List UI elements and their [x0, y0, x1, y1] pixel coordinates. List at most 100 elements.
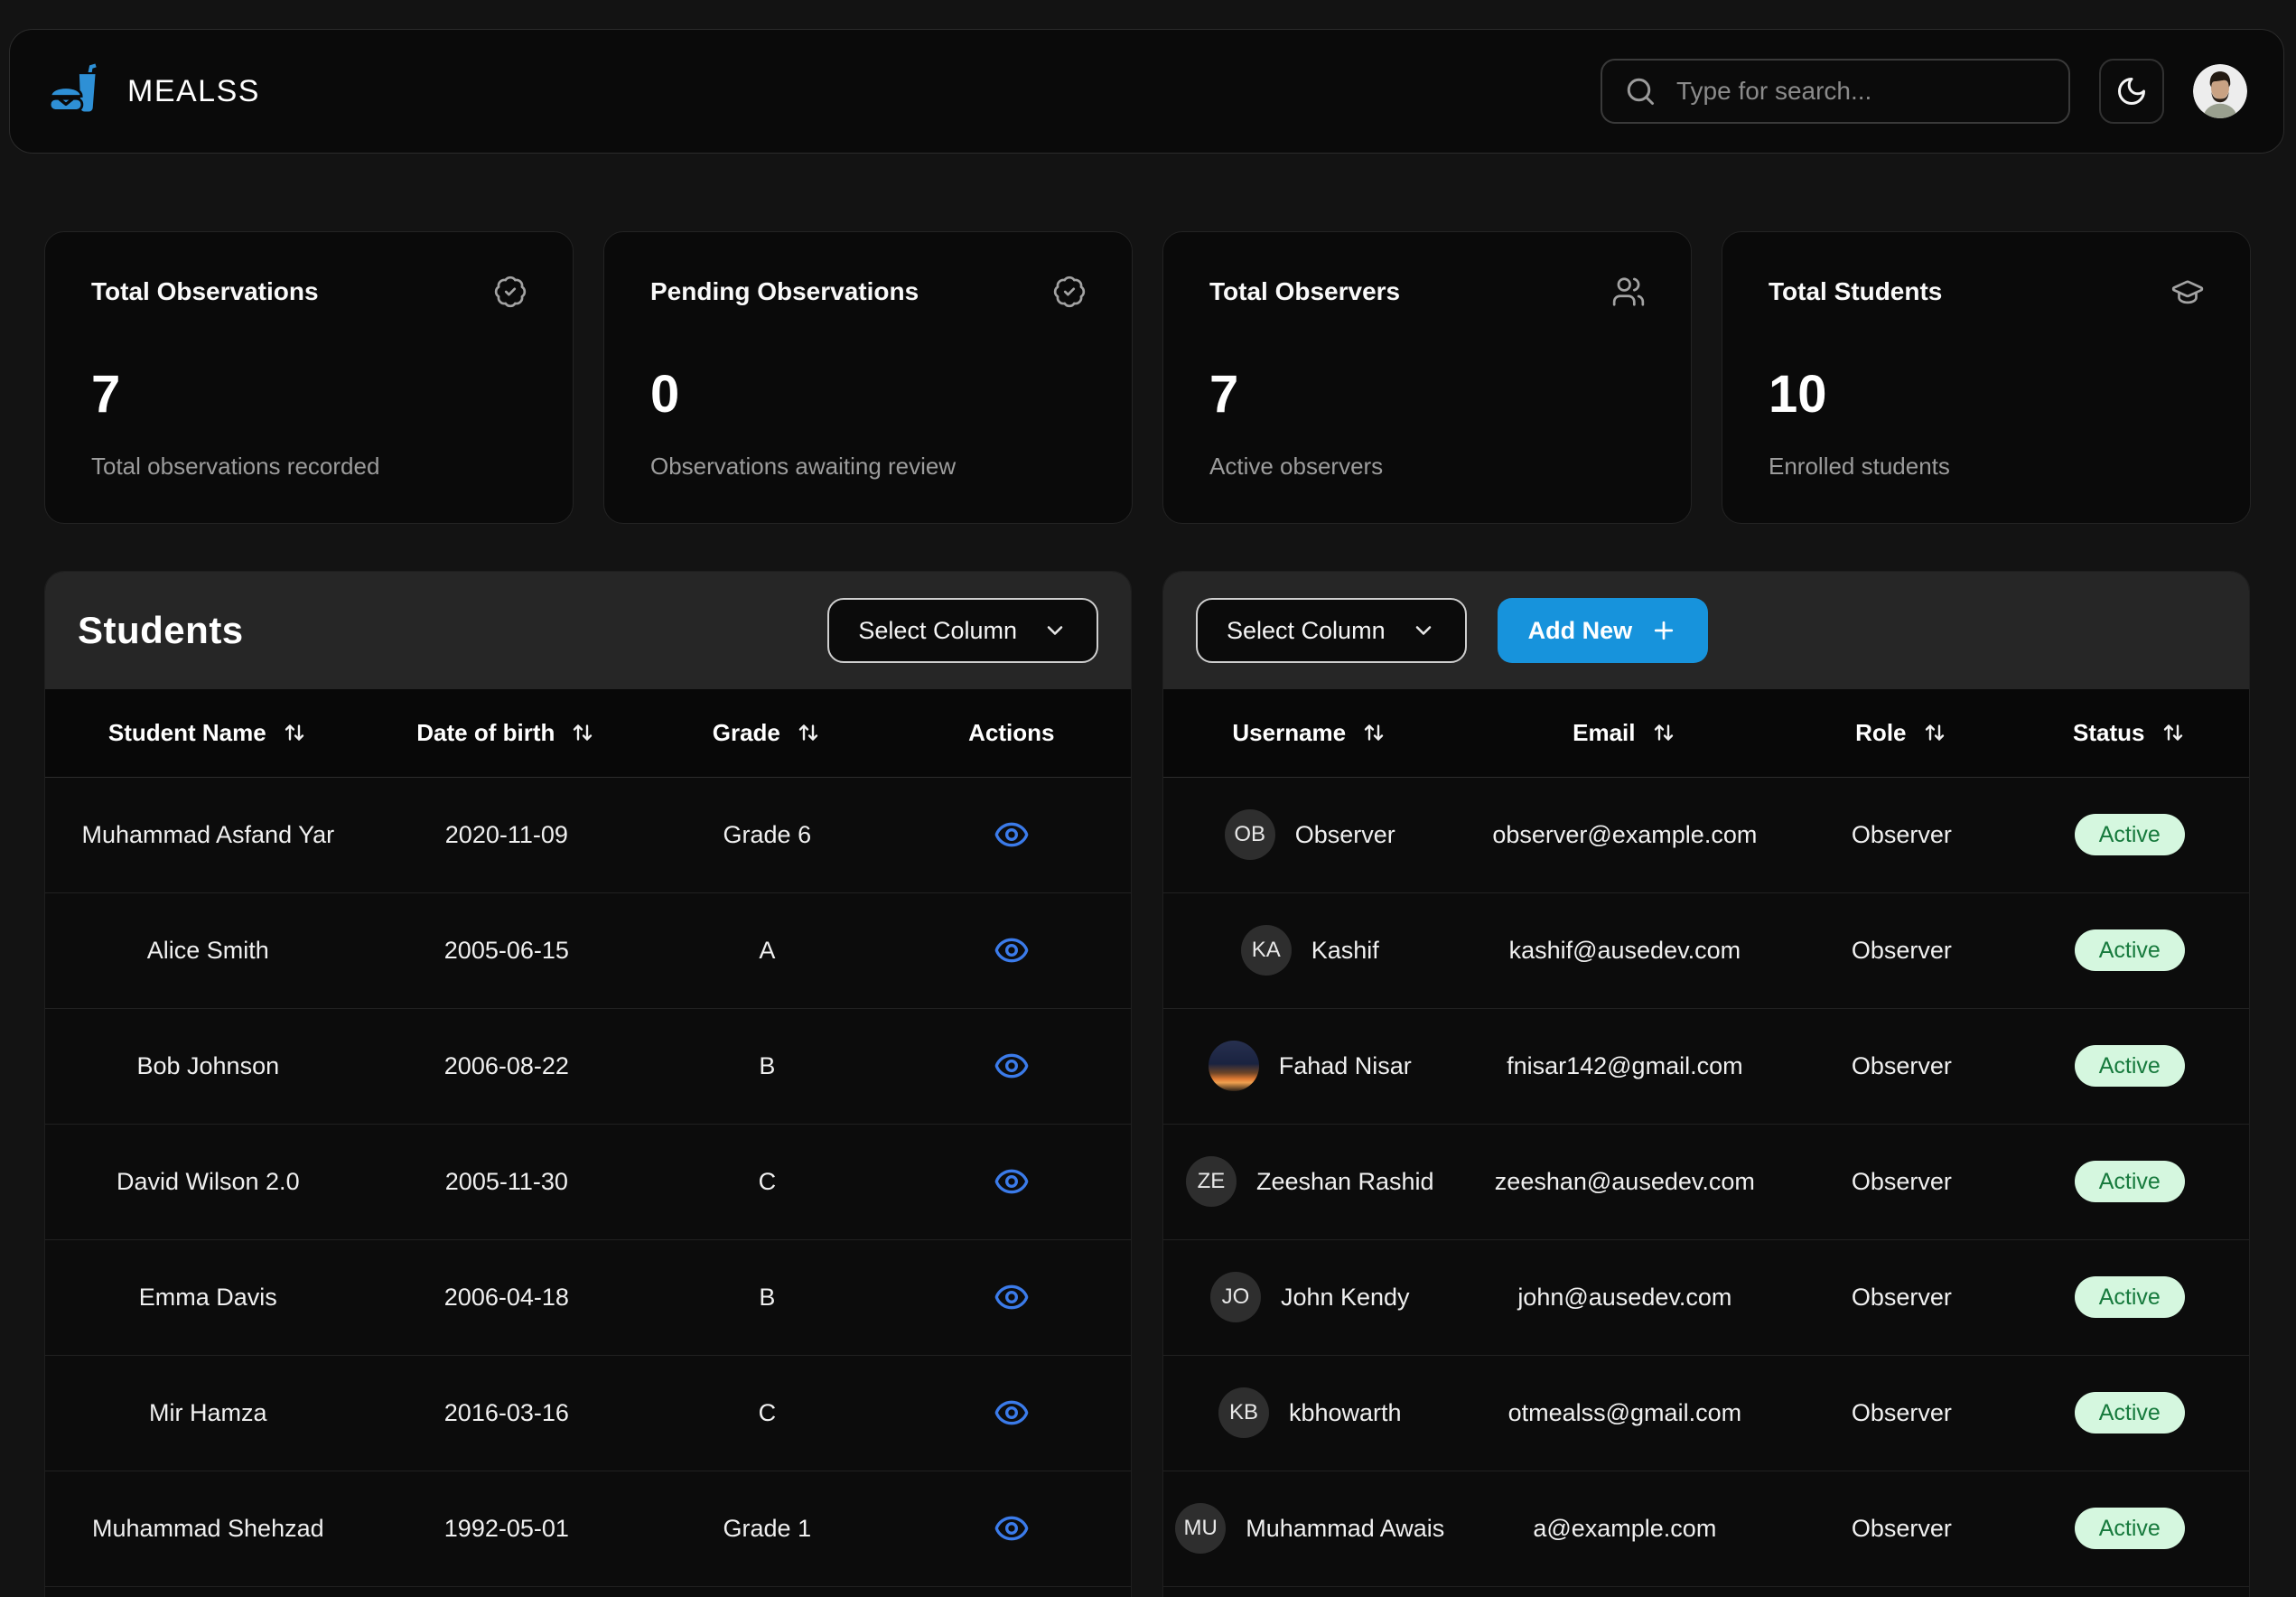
moon-icon — [2115, 75, 2148, 107]
view-student-button[interactable] — [988, 1389, 1035, 1436]
theme-toggle-button[interactable] — [2099, 59, 2164, 124]
observer-email-cell: zeeshan@ausedev.com — [1457, 1124, 1794, 1239]
observer-role-cell: Observer — [1793, 1355, 2010, 1471]
column-header[interactable]: Grade — [642, 689, 891, 777]
column-header[interactable]: Email — [1457, 689, 1794, 777]
view-student-button[interactable] — [988, 811, 1035, 858]
stat-subtitle: Total observations recorded — [91, 453, 527, 480]
view-student-button[interactable] — [988, 1505, 1035, 1552]
observer-status-cell: Active — [2011, 1471, 2249, 1586]
student-table-row: Muhammad Asfand Yar 2020-11-09 Grade 6 — [45, 777, 1131, 892]
user-avatar[interactable] — [2193, 64, 2247, 118]
observer-username-cell: MU Muhammad Awais — [1163, 1471, 1457, 1586]
observer-status-cell: Active — [2011, 1124, 2249, 1239]
observer-email-cell: a@example.com — [1457, 1471, 1794, 1586]
observer-username-cell: KA Kashif — [1163, 892, 1457, 1008]
stat-subtitle: Enrolled students — [1769, 453, 2205, 480]
observer-role-cell: Observer — [1793, 777, 2010, 892]
add-new-label: Add New — [1528, 617, 1633, 645]
observer-status-cell: Active — [2011, 1239, 2249, 1355]
student-table-row: David Wilson 2.0 2005-11-30 C — [45, 1124, 1131, 1239]
view-student-button[interactable] — [988, 1274, 1035, 1321]
column-header[interactable]: Student Name — [45, 689, 371, 777]
observer-email-cell: john@ausedev.com — [1457, 1239, 1794, 1355]
chevron-down-icon — [1411, 618, 1436, 643]
select-column-button[interactable]: Select Column — [1196, 598, 1467, 663]
student-name-cell: Bob Johnson — [45, 1008, 371, 1124]
observer-table-row: Fahad Nisar fnisar142@gmail.com Observer… — [1163, 1008, 2249, 1124]
student-dob-cell: 2016-03-16 — [371, 1355, 643, 1471]
sort-icon — [569, 719, 596, 746]
observer-username: John Kendy — [1281, 1284, 1410, 1312]
student-grade-cell: B — [642, 1008, 891, 1124]
badge-check-icon — [493, 275, 527, 309]
avatar-initials: KB — [1229, 1400, 1258, 1425]
eye-icon — [994, 1395, 1030, 1431]
stat-title: Total Students — [1769, 277, 1942, 306]
observer-avatar: JO — [1210, 1272, 1261, 1322]
add-new-button[interactable]: Add New — [1498, 598, 1709, 663]
search-box — [1601, 59, 2070, 124]
student-grade-cell: C — [642, 1124, 891, 1239]
stat-value: 7 — [91, 368, 527, 422]
view-student-button[interactable] — [988, 1158, 1035, 1205]
sort-icon — [1650, 719, 1677, 746]
view-student-button[interactable] — [988, 927, 1035, 974]
observers-table-header-row: Username Email Role Status — [1163, 689, 2249, 777]
topbar: MEALSS — [9, 29, 2284, 154]
student-actions-cell — [892, 1124, 1131, 1239]
search-input[interactable] — [1675, 76, 2047, 107]
student-actions-cell — [892, 1355, 1131, 1471]
column-label: Username — [1232, 719, 1346, 747]
sort-icon — [1921, 719, 1948, 746]
student-dob-cell: 2005-06-15 — [371, 892, 643, 1008]
observer-email-cell: otmealss@gmail.com — [1457, 1355, 1794, 1471]
eye-icon — [994, 817, 1030, 853]
sort-icon — [795, 719, 822, 746]
column-label: Date of birth — [416, 719, 555, 747]
column-header[interactable]: Status — [2011, 689, 2249, 777]
stat-value: 0 — [650, 368, 1087, 422]
observer-status-cell: Active — [2011, 777, 2249, 892]
column-header[interactable]: Role — [1793, 689, 2010, 777]
topbar-right-cluster — [1601, 59, 2247, 124]
student-grade-cell: C — [642, 1355, 891, 1471]
student-table-row: Mir Hamza 2016-03-16 C — [45, 1355, 1131, 1471]
user-avatar-photo — [2193, 64, 2247, 118]
select-column-button[interactable]: Select Column — [827, 598, 1098, 663]
avatar-initials: JO — [1222, 1284, 1250, 1310]
student-actions-cell — [892, 777, 1131, 892]
stat-title: Total Observations — [91, 277, 319, 306]
observer-avatar: OB — [1225, 809, 1275, 860]
students-panel-title: Students — [78, 609, 244, 652]
badge-check-icon — [1052, 275, 1087, 309]
observer-status-cell: Active — [2011, 1008, 2249, 1124]
status-badge: Active — [2075, 1392, 2185, 1434]
graduation-cap-icon — [2170, 275, 2205, 309]
observer-username: Fahad Nisar — [1279, 1052, 1412, 1080]
observer-avatar — [1209, 1041, 1259, 1091]
student-actions-cell — [892, 1008, 1131, 1124]
avatar-initials: MU — [1184, 1516, 1218, 1541]
stat-card: Total Students 10 Enrolled students — [1722, 231, 2251, 524]
sort-icon — [2160, 719, 2187, 746]
status-badge: Active — [2075, 814, 2185, 855]
student-dob-cell: 2006-08-22 — [371, 1008, 643, 1124]
stat-card: Total Observations 7 Total observations … — [44, 231, 574, 524]
avatar-initials: ZE — [1198, 1169, 1226, 1194]
view-student-button[interactable] — [988, 1042, 1035, 1089]
column-header[interactable]: Date of birth — [371, 689, 643, 777]
column-label: Actions — [968, 719, 1054, 747]
fastfood-logo-icon — [46, 61, 106, 121]
student-name-cell: Muhammad Asfand Yar — [45, 777, 371, 892]
column-header[interactable]: Username — [1163, 689, 1457, 777]
student-grade-cell: Grade 6 — [642, 777, 891, 892]
eye-icon — [994, 1510, 1030, 1546]
search-icon — [1624, 75, 1657, 107]
student-name-cell: Mir Hamza — [45, 1355, 371, 1471]
student-name-cell: Emma Davis — [45, 1239, 371, 1355]
observer-username: Zeeshan Rashid — [1256, 1168, 1434, 1196]
observer-username-cell: ZE Zeeshan Rashid — [1163, 1124, 1457, 1239]
column-header[interactable]: Actions — [892, 689, 1131, 777]
observer-username-cell: KB kbhowarth — [1163, 1355, 1457, 1471]
